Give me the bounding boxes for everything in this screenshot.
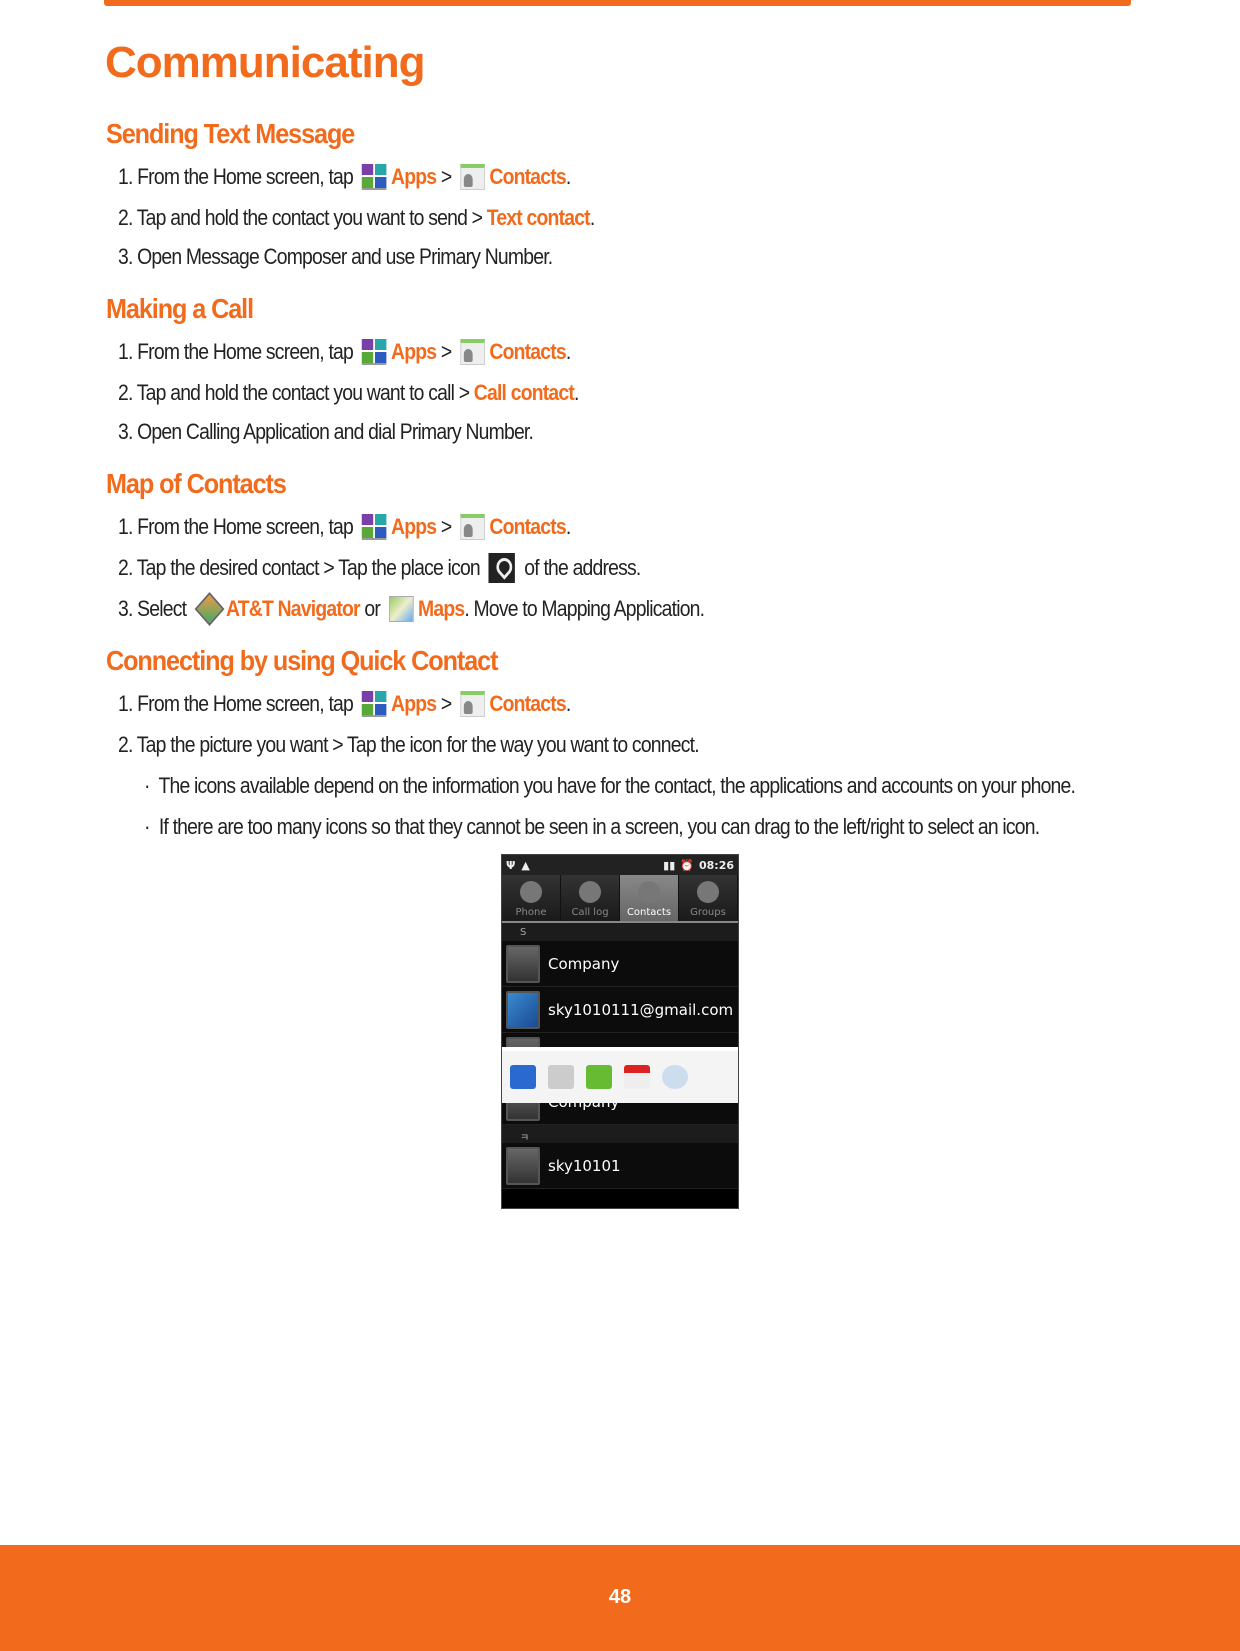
text: > (436, 514, 456, 539)
section-header: S (502, 923, 738, 941)
contacts-icon (460, 339, 485, 365)
top-accent-bar (104, 0, 1131, 6)
contact-card-icon[interactable] (548, 1065, 574, 1089)
tab-call-log[interactable]: Call log (561, 875, 620, 921)
quick-contact-bar[interactable] (502, 1047, 738, 1103)
alarm-icon: ⏰ (680, 858, 694, 872)
text: . (565, 339, 571, 364)
text: . (565, 691, 571, 716)
apps-icon (361, 691, 387, 717)
step-item: 2. Tap and hold the contact you want to … (118, 203, 595, 233)
contact-row[interactable]: sky1010111@gmail.com (502, 987, 738, 1033)
apps-icon (361, 164, 387, 190)
step-item: 1. From the Home screen, tap Apps > Cont… (118, 337, 571, 367)
contact-row[interactable]: sky10101 (502, 1143, 738, 1189)
avatar[interactable] (506, 944, 540, 983)
step-item: 1. From the Home screen, tap Apps > Cont… (118, 689, 571, 719)
avatar[interactable] (506, 990, 540, 1029)
android-icon: ▲ (521, 858, 530, 872)
page-number: 48 (608, 1586, 632, 1608)
text: 2. Tap and hold the contact you want to … (118, 205, 487, 230)
text: or (359, 596, 385, 621)
bullet-item: · The icons available depend on the info… (144, 771, 1076, 801)
contacts-icon (460, 164, 485, 190)
call-log-icon (579, 881, 601, 903)
step-item: 3. Open Message Composer and use Primary… (118, 242, 553, 272)
text: 2. Tap and hold the contact you want to … (118, 380, 474, 405)
gmail-icon[interactable] (624, 1065, 650, 1089)
text: 1. From the Home screen, tap (118, 164, 358, 189)
clock: 08:26 (698, 858, 734, 872)
text: 1. From the Home screen, tap (118, 691, 358, 716)
link-text[interactable]: Contacts (489, 689, 566, 719)
phone-icon (520, 881, 542, 903)
section-heading: Making a Call (106, 293, 254, 324)
text: 1. From the Home screen, tap (118, 339, 358, 364)
groups-icon (697, 881, 719, 903)
text: · If there are too many icons so that th… (144, 814, 1040, 839)
link-text[interactable]: Call contact (474, 378, 575, 408)
link-text[interactable]: Apps (391, 512, 437, 542)
text: . (589, 205, 595, 230)
step-item: 1. From the Home screen, tap Apps > Cont… (118, 512, 571, 542)
text: . (565, 164, 571, 189)
apps-icon (361, 339, 387, 365)
text: · The icons available depend on the info… (144, 773, 1076, 798)
section-heading: Sending Text Message (106, 118, 355, 149)
att-navigator-icon (195, 595, 221, 623)
call-icon[interactable] (510, 1065, 536, 1089)
text: > (436, 164, 456, 189)
text: 1. From the Home screen, tap (118, 514, 358, 539)
text: > (436, 339, 456, 364)
usb-icon: Ψ (506, 858, 516, 872)
contact-row[interactable]: Company (502, 941, 738, 987)
step-item: 2. Tap the desired contact > Tap the pla… (118, 553, 641, 583)
talk-icon[interactable] (662, 1065, 688, 1089)
phone-screenshot: Ψ ▲ ▮▮ ⏰ 08:26 Phone Call log Contacts Group… (501, 854, 739, 1209)
text: . (574, 380, 579, 405)
link-text[interactable]: Text contact (487, 203, 591, 233)
text: 3. Open Message Composer and use Primary… (118, 244, 553, 269)
link-text[interactable]: Maps (418, 594, 465, 624)
step-item: 2. Tap the picture you want > Tap the ic… (118, 730, 700, 760)
text: of the address. (519, 555, 641, 580)
text: 3. Open Calling Application and dial Pri… (118, 419, 534, 444)
text: > (436, 691, 456, 716)
text: 2. Tap the picture you want > Tap the ic… (118, 732, 700, 757)
bullet-item: · If there are too many icons so that th… (144, 812, 1040, 842)
step-item: 3. Open Calling Application and dial Pri… (118, 417, 534, 447)
link-text[interactable]: Apps (391, 689, 437, 719)
tab-bar: Phone Call log Contacts Groups (502, 875, 738, 923)
apps-icon (361, 514, 387, 540)
contacts-icon (460, 514, 485, 540)
message-icon[interactable] (586, 1065, 612, 1089)
section-heading: Connecting by using Quick Contact (106, 645, 498, 676)
step-item: 1. From the Home screen, tap Apps > Cont… (118, 162, 571, 192)
step-item: 2. Tap and hold the contact you want to … (118, 378, 579, 408)
text: . Move to Mapping Application. (464, 596, 705, 621)
section-heading: Map of Contacts (106, 468, 287, 499)
place-icon (488, 553, 516, 583)
link-text[interactable]: Apps (391, 162, 437, 192)
status-bar: Ψ ▲ ▮▮ ⏰ 08:26 (502, 855, 738, 875)
contacts-folder-icon (638, 881, 660, 903)
step-item: 3. Select AT&T Navigator or Maps. Move t… (118, 594, 705, 624)
link-text[interactable]: Contacts (489, 337, 566, 367)
page-title: Communicating (105, 38, 425, 87)
maps-icon (388, 596, 414, 622)
tab-phone[interactable]: Phone (502, 875, 561, 921)
contacts-icon (460, 691, 485, 717)
signal-icon: ▮▮ (663, 858, 676, 872)
link-text[interactable]: AT&T Navigator (226, 594, 361, 624)
text: 3. Select (118, 596, 191, 621)
avatar[interactable] (506, 1146, 540, 1185)
tab-contacts[interactable]: Contacts (620, 875, 679, 921)
text: 2. Tap the desired contact > Tap the pla… (118, 555, 485, 580)
link-text[interactable]: Apps (391, 337, 437, 367)
text: . (565, 514, 571, 539)
section-header: ㅋ (502, 1125, 738, 1144)
link-text[interactable]: Contacts (489, 162, 566, 192)
tab-groups[interactable]: Groups (679, 875, 738, 921)
link-text[interactable]: Contacts (489, 512, 566, 542)
